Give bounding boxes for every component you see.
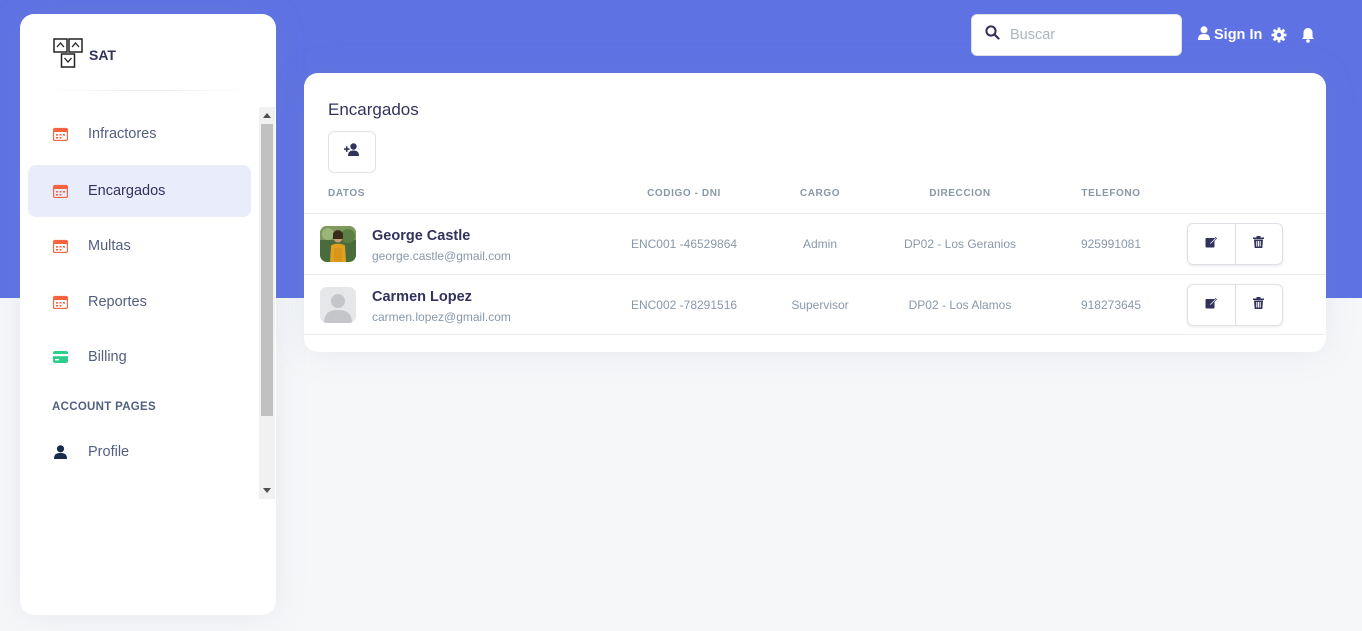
sidebar-item-label: Billing — [88, 349, 127, 365]
brand-name: SAT — [89, 47, 116, 63]
encargados-card: Encargados DATOS CODIGO - DNI CARGO DIRE… — [304, 73, 1326, 352]
row-direccion: DP02 - Los Geranios — [903, 237, 1017, 251]
sidebar-item-profile[interactable]: Profile — [28, 426, 251, 478]
row-email: george.castle@gmail.com — [372, 249, 511, 263]
user-icon — [1198, 26, 1210, 44]
row-codigo-dni: ENC002 -78291516 — [630, 298, 738, 312]
column-header-cargo: CARGO — [799, 188, 841, 199]
scroll-down-arrow-icon[interactable] — [263, 488, 271, 493]
sign-in-label: Sign In — [1214, 27, 1263, 43]
sidebar-item-label: Multas — [88, 238, 131, 254]
row-codigo-dni: ENC001 -46529864 — [630, 237, 738, 251]
row-email: carmen.lopez@gmail.com — [372, 310, 511, 324]
add-user-button[interactable] — [328, 131, 376, 173]
search-box[interactable] — [971, 14, 1182, 56]
row-direccion: DP02 - Los Alamos — [908, 298, 1012, 312]
row-cargo: Supervisor — [791, 298, 849, 312]
credit-card-icon — [52, 349, 68, 365]
table-row: George Castle george.castle@gmail.com EN… — [304, 213, 1326, 274]
column-header-datos: DATOS — [328, 188, 366, 199]
trash-icon — [1253, 235, 1265, 253]
column-header-telefono: TELEFONO — [1081, 188, 1141, 199]
calendar-icon — [52, 183, 68, 199]
calendar-icon — [52, 238, 68, 254]
sidebar-item-label: Reportes — [88, 294, 147, 310]
sidebar-item-billing[interactable]: Billing — [28, 331, 251, 383]
calendar-icon — [52, 126, 68, 142]
row-actions — [1187, 223, 1283, 265]
delete-button[interactable] — [1234, 224, 1283, 264]
search-icon — [985, 25, 1000, 45]
edit-button[interactable] — [1188, 224, 1235, 264]
column-header-codigo-dni: CODIGO - DNI — [647, 188, 721, 199]
delete-button[interactable] — [1234, 285, 1283, 325]
column-header-direccion: DIRECCION — [929, 188, 991, 199]
divider — [40, 90, 256, 91]
section-title-account: ACCOUNT PAGES — [52, 401, 156, 413]
sidebar-item-label: Profile — [88, 444, 130, 460]
search-input[interactable] — [1010, 27, 1170, 43]
calendar-icon — [52, 294, 68, 310]
sidebar-item-infractores[interactable]: Infractores — [28, 108, 251, 160]
sidebar-item-multas[interactable]: Multas — [28, 220, 251, 272]
sidebar-item-label: Infractores — [88, 126, 157, 142]
add-user-icon — [344, 143, 360, 161]
sidebar-item-label: Encargados — [88, 183, 166, 199]
trash-icon — [1253, 296, 1265, 314]
scrollbar-thumb[interactable] — [261, 124, 273, 416]
bell-icon[interactable] — [1301, 27, 1315, 48]
card-title: Encargados — [328, 100, 419, 119]
row-cargo: Admin — [802, 237, 838, 251]
row-actions — [1187, 284, 1283, 326]
brand[interactable]: SAT — [53, 37, 116, 73]
sidebar: SAT Infractores Encargados Multas Report… — [20, 14, 276, 615]
edit-icon — [1205, 296, 1218, 314]
gear-icon[interactable] — [1271, 27, 1287, 48]
table-row: Carmen Lopez carmen.lopez@gmail.com ENC0… — [304, 274, 1326, 335]
avatar — [320, 226, 356, 262]
sidebar-item-reportes[interactable]: Reportes — [28, 276, 251, 328]
row-name: Carmen Lopez — [372, 289, 472, 305]
edit-icon — [1205, 235, 1218, 253]
scroll-up-arrow-icon[interactable] — [263, 113, 271, 118]
sidebar-scrollbar[interactable] — [259, 107, 275, 499]
logo-icon — [53, 37, 83, 73]
row-telefono: 925991081 — [1080, 237, 1142, 251]
sidebar-item-encargados[interactable]: Encargados — [28, 165, 251, 217]
user-icon — [52, 444, 68, 460]
row-name: George Castle — [372, 228, 471, 244]
sign-in-link[interactable]: Sign In — [1198, 25, 1262, 45]
row-telefono: 918273645 — [1080, 298, 1142, 312]
avatar — [320, 287, 356, 323]
edit-button[interactable] — [1188, 285, 1235, 325]
